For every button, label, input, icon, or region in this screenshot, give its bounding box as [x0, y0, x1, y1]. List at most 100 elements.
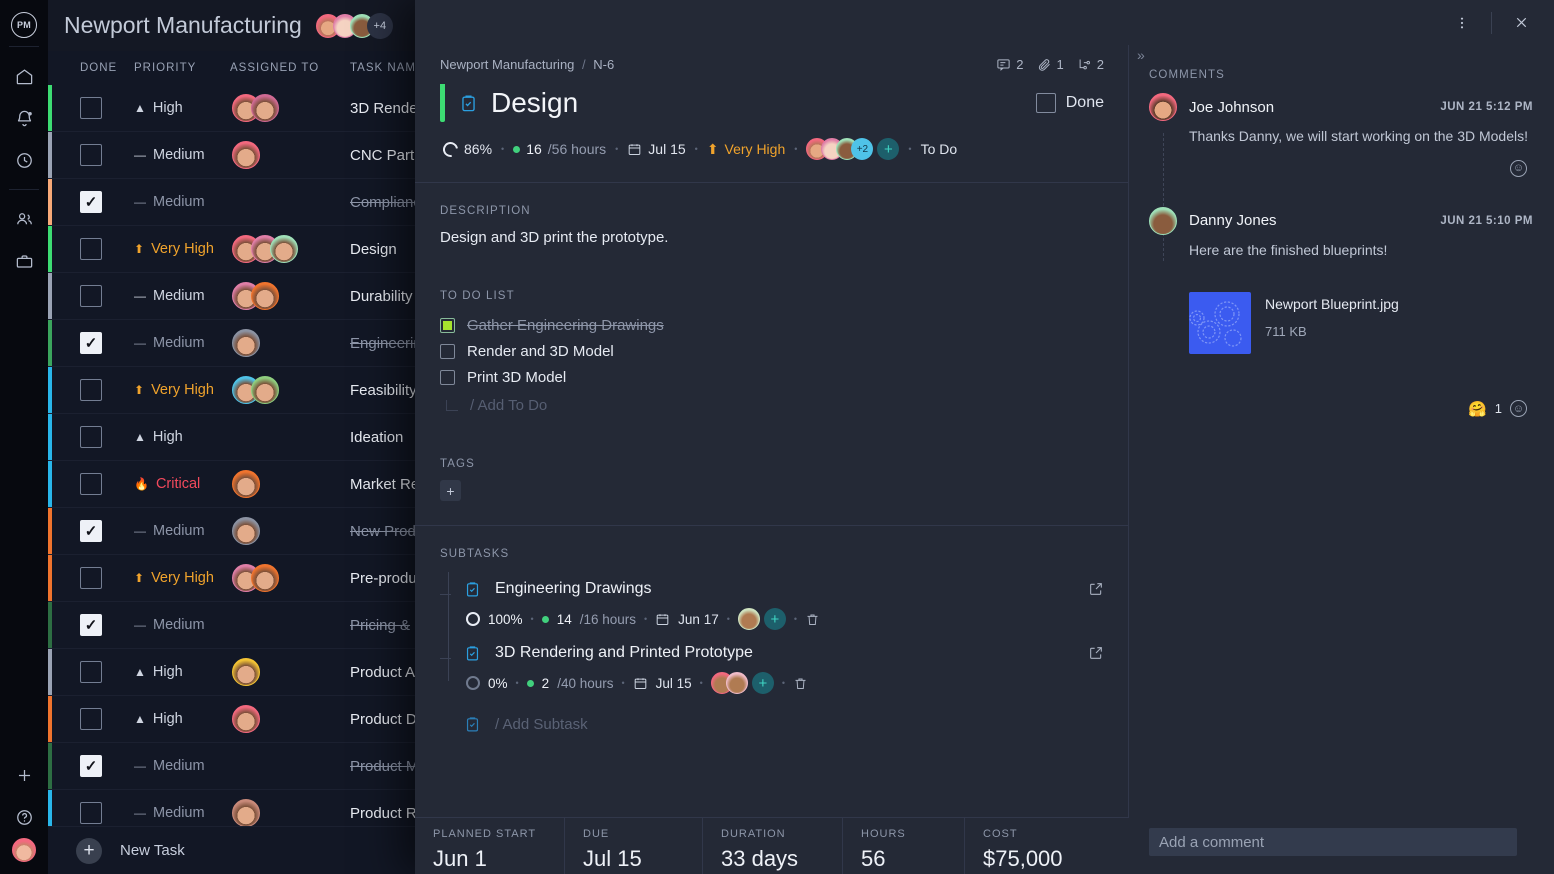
- avatar[interactable]: [251, 376, 279, 404]
- assignee-avatars[interactable]: +2 +: [806, 138, 899, 160]
- row-priority-cell[interactable]: —Medium: [134, 523, 230, 539]
- subtask-date[interactable]: Jul 15: [656, 676, 692, 691]
- todo-checkbox-checked[interactable]: [440, 318, 455, 333]
- breadcrumb-project[interactable]: Newport Manufacturing: [440, 57, 574, 72]
- done-checkbox[interactable]: [1036, 93, 1056, 113]
- subtask-date[interactable]: Jun 17: [678, 612, 719, 627]
- subtask-assignees[interactable]: +: [738, 608, 786, 630]
- current-user-avatar[interactable]: [12, 838, 36, 862]
- row-done-cell[interactable]: [54, 567, 134, 589]
- done-checkbox[interactable]: [80, 661, 102, 683]
- avatar-overflow-count[interactable]: +4: [367, 13, 393, 39]
- status-value[interactable]: To Do: [921, 141, 958, 157]
- row-priority-cell[interactable]: ▲High: [134, 664, 230, 680]
- priority-indicator[interactable]: ⬆ Very High: [707, 141, 785, 158]
- row-priority-cell[interactable]: ⬆Very High: [134, 241, 230, 257]
- avatar[interactable]: [1149, 93, 1177, 121]
- open-external-icon[interactable]: [1088, 645, 1104, 661]
- close-icon[interactable]: [1504, 8, 1538, 38]
- row-priority-cell[interactable]: ⬆Very High: [134, 382, 230, 398]
- done-checkbox[interactable]: [80, 802, 102, 824]
- row-done-cell[interactable]: ✓: [54, 520, 134, 542]
- done-checkbox[interactable]: [80, 567, 102, 589]
- row-priority-cell[interactable]: —Medium: [134, 288, 230, 304]
- comment-count[interactable]: 2: [996, 57, 1023, 72]
- add-reaction-icon[interactable]: ☺: [1510, 400, 1527, 417]
- app-logo[interactable]: PM: [11, 12, 37, 38]
- row-done-cell[interactable]: [54, 426, 134, 448]
- row-done-cell[interactable]: ✓: [54, 614, 134, 636]
- avatar[interactable]: [251, 564, 279, 592]
- row-priority-cell[interactable]: ▲High: [134, 429, 230, 445]
- row-done-cell[interactable]: [54, 97, 134, 119]
- row-done-cell[interactable]: [54, 661, 134, 683]
- hug-emoji-reaction[interactable]: 🤗: [1468, 400, 1487, 418]
- avatar[interactable]: [232, 799, 260, 827]
- row-done-cell[interactable]: [54, 144, 134, 166]
- done-toggle[interactable]: Done: [1036, 93, 1104, 113]
- row-priority-cell[interactable]: ⬆Very High: [134, 570, 230, 586]
- row-done-cell[interactable]: ✓: [54, 191, 134, 213]
- done-checkbox-checked[interactable]: ✓: [80, 191, 102, 213]
- add-todo-button[interactable]: / Add To Do: [415, 390, 1128, 420]
- subtask-count[interactable]: 2: [1077, 57, 1104, 72]
- row-done-cell[interactable]: [54, 473, 134, 495]
- row-assignees-cell[interactable]: [230, 705, 350, 733]
- avatar[interactable]: [232, 517, 260, 545]
- done-checkbox-checked[interactable]: ✓: [80, 520, 102, 542]
- row-assignees-cell[interactable]: [230, 94, 350, 122]
- hours-indicator[interactable]: 16/56 hours: [513, 141, 606, 157]
- stat-cell[interactable]: PLANNED STARTJun 1: [415, 818, 565, 874]
- row-done-cell[interactable]: [54, 802, 134, 824]
- add-assignee-button[interactable]: +: [764, 608, 786, 630]
- avatar[interactable]: [1149, 207, 1177, 235]
- add-icon[interactable]: [4, 754, 44, 796]
- stat-cell[interactable]: HOURS56: [843, 818, 965, 874]
- row-priority-cell[interactable]: ▲High: [134, 711, 230, 727]
- due-date-indicator[interactable]: Jul 15: [627, 141, 685, 157]
- row-priority-cell[interactable]: —Medium: [134, 617, 230, 633]
- row-done-cell[interactable]: ✓: [54, 755, 134, 777]
- row-assignees-cell[interactable]: [230, 282, 350, 310]
- people-icon[interactable]: [4, 198, 44, 240]
- row-assignees-cell[interactable]: [230, 799, 350, 827]
- help-icon[interactable]: [4, 796, 44, 838]
- done-checkbox[interactable]: [80, 97, 102, 119]
- breadcrumb-task-id[interactable]: N-6: [593, 57, 614, 72]
- done-checkbox[interactable]: [80, 238, 102, 260]
- avatar[interactable]: [738, 608, 760, 630]
- attachment-count[interactable]: 1: [1037, 57, 1064, 72]
- collapse-panel-icon[interactable]: »: [1137, 47, 1144, 63]
- todo-item[interactable]: Render and 3D Model: [440, 338, 1104, 364]
- notifications-icon[interactable]: [4, 97, 44, 139]
- avatar[interactable]: [232, 658, 260, 686]
- done-checkbox[interactable]: [80, 473, 102, 495]
- row-done-cell[interactable]: [54, 379, 134, 401]
- done-checkbox[interactable]: [80, 285, 102, 307]
- stat-cell[interactable]: COST$75,000: [965, 818, 1129, 874]
- briefcase-icon[interactable]: [4, 240, 44, 282]
- row-assignees-cell[interactable]: [230, 470, 350, 498]
- todo-checkbox[interactable]: [440, 344, 455, 359]
- avatar[interactable]: [232, 329, 260, 357]
- avatar[interactable]: [251, 282, 279, 310]
- subtask-item[interactable]: 3D Rendering and Printed Prototype0%•2/4…: [440, 644, 1104, 694]
- row-assignees-cell[interactable]: [230, 235, 350, 263]
- delete-subtask-icon[interactable]: [793, 676, 808, 691]
- subtask-name[interactable]: Engineering Drawings: [495, 580, 652, 598]
- done-checkbox[interactable]: [80, 379, 102, 401]
- todo-item[interactable]: Gather Engineering Drawings: [440, 312, 1104, 338]
- avatar[interactable]: [726, 672, 748, 694]
- breadcrumb[interactable]: Newport Manufacturing / N-6: [440, 57, 614, 72]
- attachment-thumbnail[interactable]: [1189, 292, 1251, 354]
- description-text[interactable]: Design and 3D print the prototype.: [415, 217, 1128, 246]
- comment-input[interactable]: Add a comment: [1149, 828, 1517, 856]
- row-assignees-cell[interactable]: [230, 564, 350, 592]
- avatar[interactable]: [232, 141, 260, 169]
- row-assignees-cell[interactable]: [230, 376, 350, 404]
- clock-icon[interactable]: [4, 139, 44, 181]
- add-assignee-button[interactable]: +: [877, 138, 899, 160]
- avatar[interactable]: [270, 235, 298, 263]
- row-assignees-cell[interactable]: [230, 329, 350, 357]
- todo-item[interactable]: Print 3D Model: [440, 364, 1104, 390]
